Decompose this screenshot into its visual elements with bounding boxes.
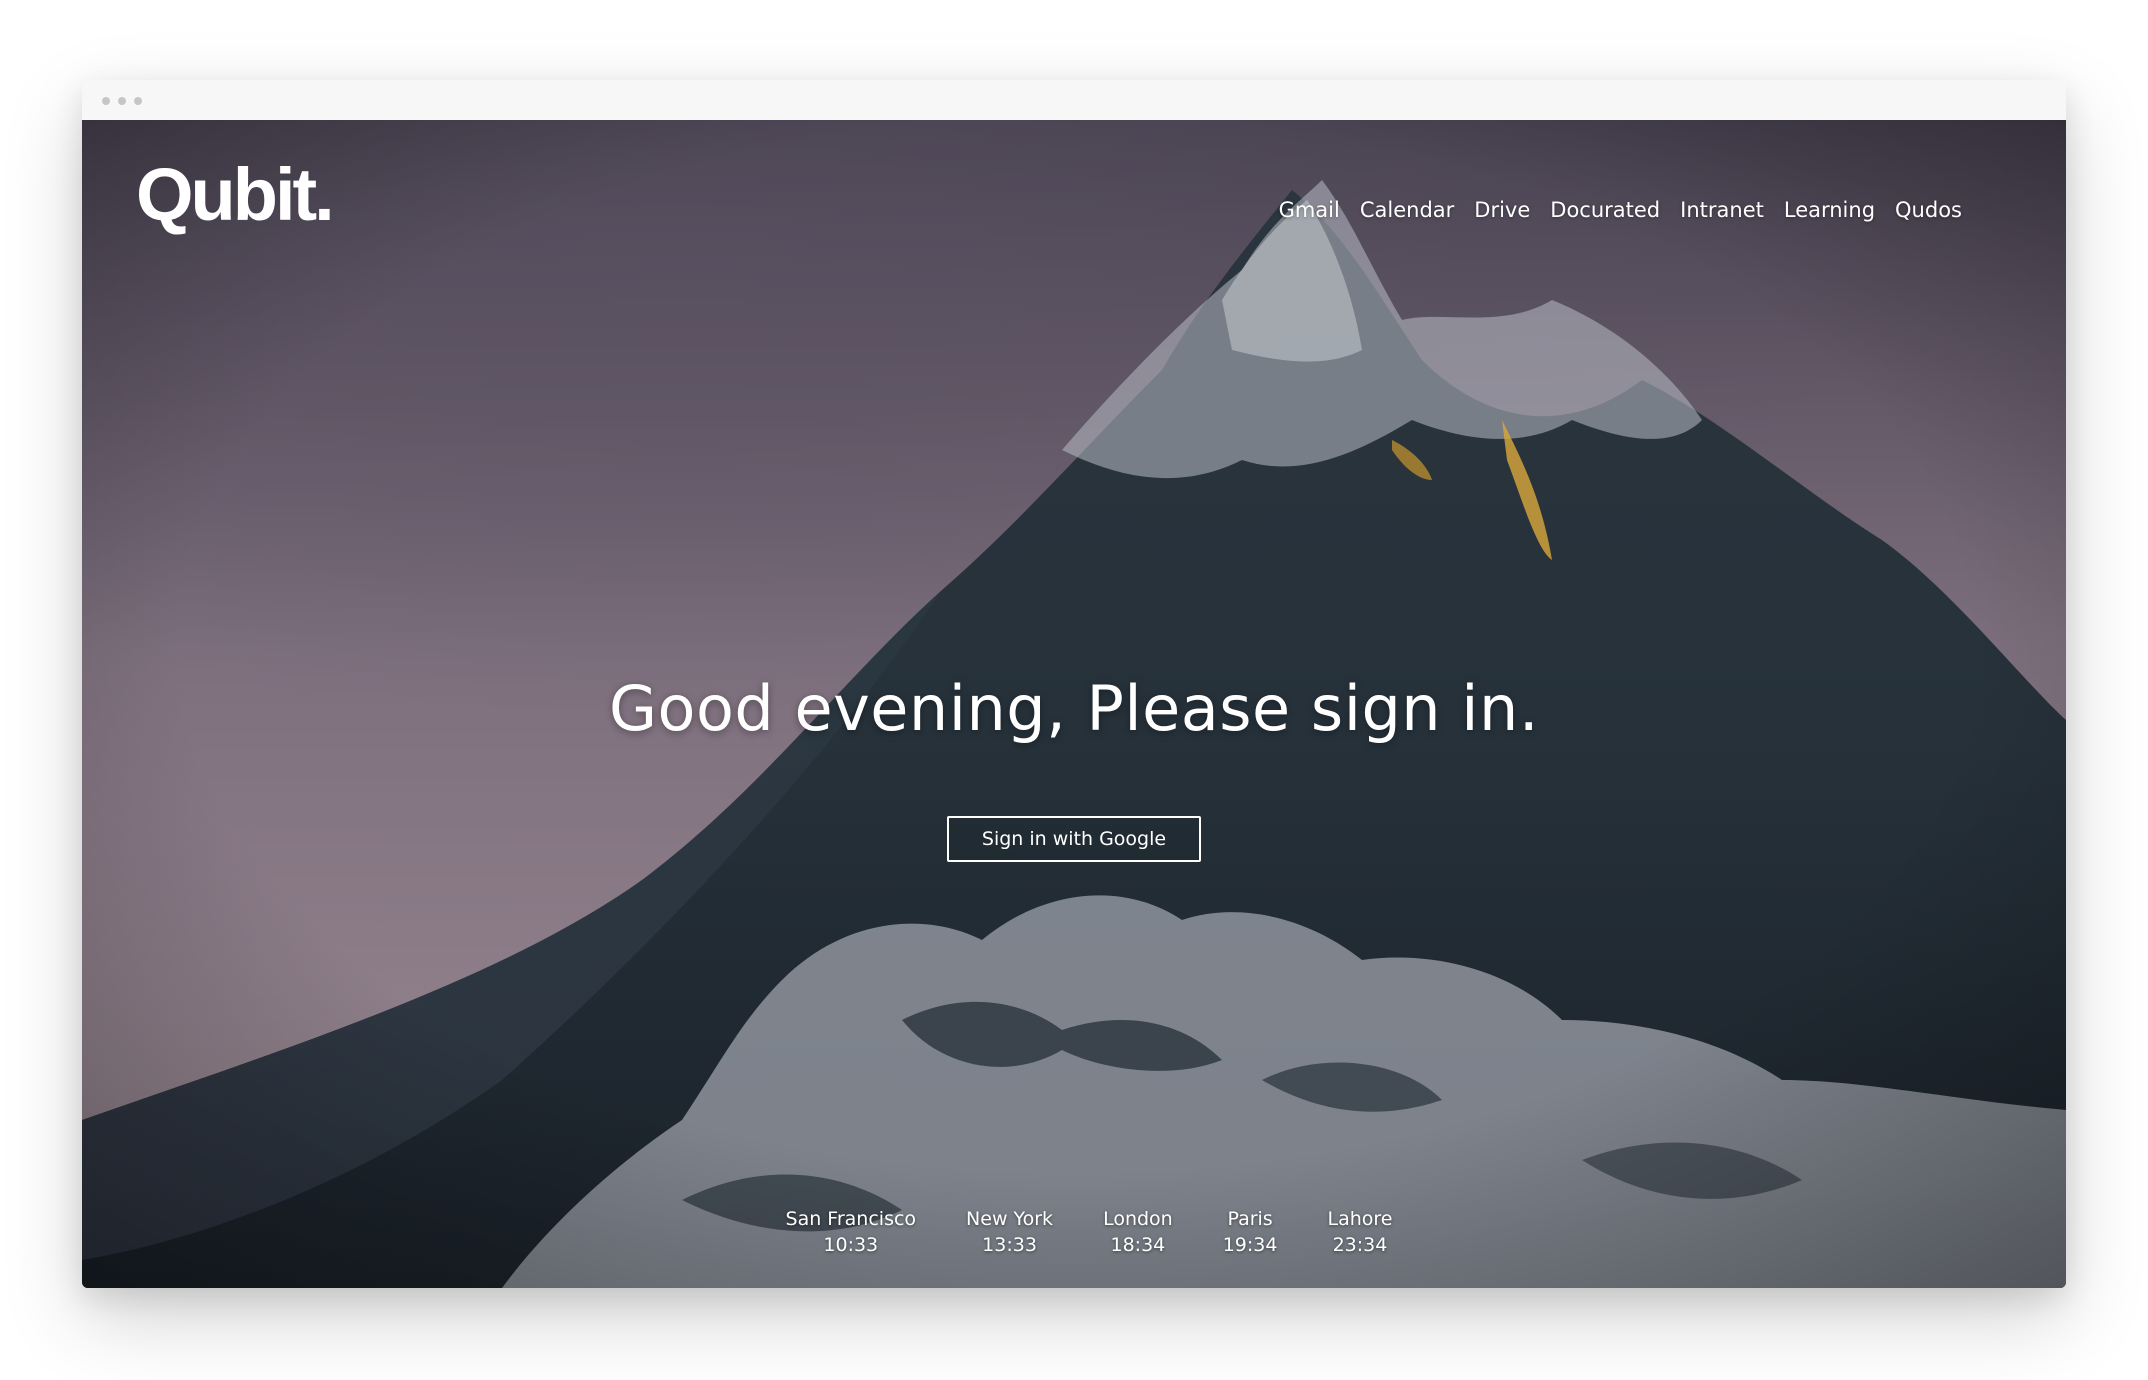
window-controls: [102, 97, 142, 105]
nav-link-drive[interactable]: Drive: [1474, 198, 1530, 222]
nav-link-intranet[interactable]: Intranet: [1680, 198, 1764, 222]
clock-lahore: Lahore 23:34: [1327, 1206, 1392, 1258]
nav-link-qudos[interactable]: Qudos: [1895, 198, 1962, 222]
world-clocks: San Francisco 10:33 New York 13:33 Londo…: [82, 1206, 2066, 1258]
clock-time: 13:33: [982, 1234, 1037, 1256]
clock-time: 18:34: [1110, 1234, 1166, 1256]
window-dot-icon[interactable]: [118, 97, 126, 105]
clock-time: 19:34: [1222, 1234, 1278, 1256]
clock-time: 10:33: [823, 1234, 879, 1256]
clock-paris: Paris 19:34: [1223, 1206, 1278, 1258]
nav-link-learning[interactable]: Learning: [1784, 198, 1875, 222]
window-titlebar: [82, 80, 2066, 121]
clock-new-york: New York 13:33: [966, 1206, 1053, 1258]
sign-in-with-google-button[interactable]: Sign in with Google: [947, 816, 1201, 862]
nav-link-docurated[interactable]: Docurated: [1550, 198, 1660, 222]
clock-london: London 18:34: [1103, 1206, 1173, 1258]
clock-city: Paris: [1227, 1208, 1273, 1230]
clock-city: London: [1103, 1208, 1173, 1230]
window-dot-icon[interactable]: [134, 97, 142, 105]
top-nav: Gmail Calendar Drive Docurated Intranet …: [1279, 198, 1962, 222]
browser-window: Qubit. Gmail Calendar Drive Docurated In…: [82, 80, 2066, 1288]
clock-time: 23:34: [1332, 1234, 1388, 1256]
clock-san-francisco: San Francisco 10:33: [786, 1206, 917, 1258]
qubit-logo[interactable]: Qubit.: [136, 158, 335, 232]
greeting-headline: Good evening, Please sign in.: [608, 672, 1540, 745]
clock-city: New York: [966, 1208, 1054, 1230]
nav-link-calendar[interactable]: Calendar: [1360, 198, 1454, 222]
clock-city: San Francisco: [785, 1208, 917, 1230]
hero-section: Qubit. Gmail Calendar Drive Docurated In…: [82, 120, 2066, 1288]
window-dot-icon[interactable]: [102, 97, 110, 105]
nav-link-gmail[interactable]: Gmail: [1279, 198, 1340, 222]
clock-city: Lahore: [1327, 1208, 1393, 1230]
